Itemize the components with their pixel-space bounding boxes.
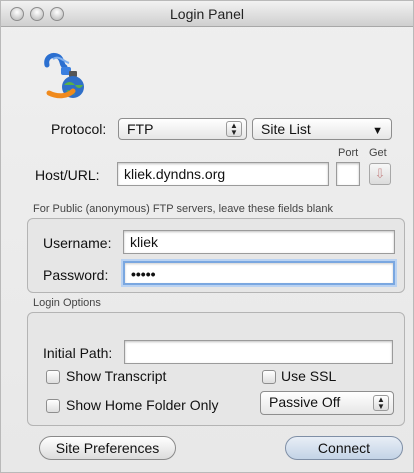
title-bar[interactable]: Login Panel [1,1,413,27]
username-field[interactable]: kliek [123,230,395,254]
username-label: Username: [43,235,112,251]
show-transcript-checkbox[interactable] [46,370,60,384]
get-port-button[interactable]: ⇩ [369,163,391,185]
password-field[interactable]: ••••• [123,261,395,285]
updown-arrows-icon: ▲ ▼ [226,121,242,137]
window-title: Login Panel [170,6,244,22]
site-list-dropdown[interactable]: Site List ▼ [252,118,392,140]
port-label: Port [338,147,359,159]
protocol-select[interactable]: FTP ▲ ▼ [118,118,247,140]
port-field[interactable] [336,162,360,186]
use-ssl-label: Use SSL [281,368,337,384]
site-list-label: Site List [261,121,311,137]
use-ssl-checkbox[interactable] [262,370,276,384]
site-preferences-button[interactable]: Site Preferences [39,436,176,460]
app-logo-icon [44,52,84,99]
show-transcript-label: Show Transcript [66,368,167,384]
password-label: Password: [43,267,109,283]
protocol-selected-value: FTP [127,121,154,137]
login-options-heading: Login Options [33,297,101,309]
show-home-folder-only-label: Show Home Folder Only [66,397,219,413]
chevron-down-icon: ▼ [372,125,383,137]
host-url-field[interactable]: kliek.dyndns.org [117,162,329,186]
connect-button[interactable]: Connect [285,436,403,460]
host-url-label: Host/URL: [35,167,100,183]
protocol-label: Protocol: [51,121,107,137]
anonymous-hint: For Public (anonymous) FTP servers, leav… [33,203,333,215]
show-home-folder-only-checkbox[interactable] [46,399,60,413]
passive-mode-selected-value: Passive Off [269,394,341,410]
passive-mode-select[interactable]: Passive Off ▲ ▼ [260,391,394,415]
initial-path-label: Initial Path: [43,345,113,361]
updown-arrows-icon: ▲ ▼ [373,395,389,411]
down-arrow-icon: ⇩ [374,166,386,181]
get-label: Get [369,147,387,159]
login-panel-window: Login Panel Protocol: FTP ▲ ▼ Site List ▼… [0,0,414,473]
initial-path-field[interactable] [124,340,393,364]
